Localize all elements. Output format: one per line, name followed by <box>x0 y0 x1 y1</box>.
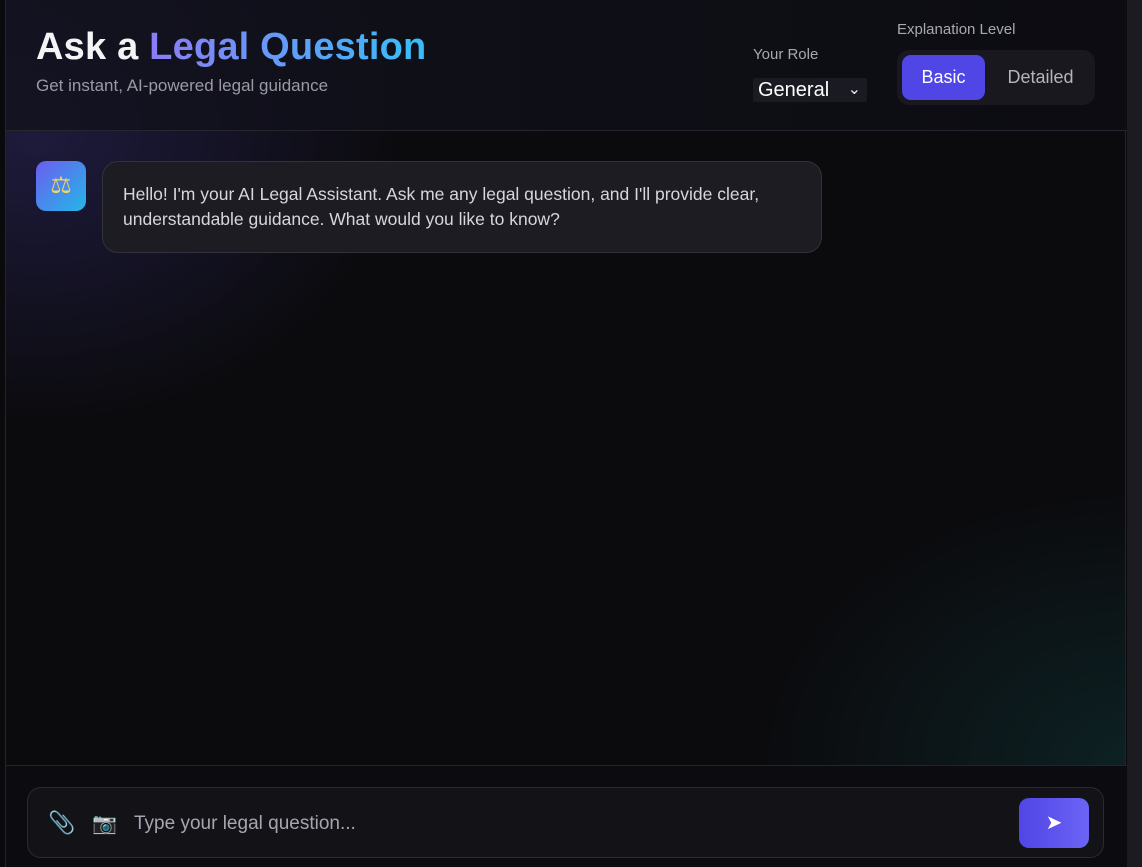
role-selected-value: General <box>758 79 830 101</box>
send-button[interactable]: ➤ <box>1019 798 1089 848</box>
explanation-level-label: Explanation Level <box>897 21 1016 38</box>
level-basic-button[interactable]: Basic <box>902 55 985 100</box>
send-arrow-icon: ➤ <box>1045 812 1063 834</box>
camera-icon[interactable]: 📷 <box>92 812 117 836</box>
level-detailed-button[interactable]: Detailed <box>993 55 1088 100</box>
role-select[interactable]: General ⌄ <box>753 78 867 102</box>
main-panel: Ask a Legal Question Get instant, AI-pow… <box>5 0 1127 867</box>
window-edge <box>1127 0 1142 867</box>
chevron-down-icon: ⌄ <box>847 81 861 98</box>
app-root: Ask a Legal Question Get instant, AI-pow… <box>0 0 1142 867</box>
explanation-level-toggle: Basic Detailed <box>897 50 1095 105</box>
role-label: Your Role <box>753 46 819 63</box>
composer: 📎 📷 ➤ <box>27 787 1104 858</box>
chat-messages: ⚖ Hello! I'm your AI Legal Assistant. As… <box>6 131 1127 765</box>
composer-area: 📎 📷 ➤ <box>6 765 1127 867</box>
title-highlight: Legal Question <box>149 26 427 68</box>
page-subtitle: Get instant, AI-powered legal guidance <box>36 76 329 95</box>
title-prefix: Ask a <box>36 26 139 68</box>
question-input[interactable] <box>134 810 1004 838</box>
page-title: Ask a Legal Question <box>36 26 426 69</box>
paperclip-icon[interactable]: 📎 <box>48 811 75 835</box>
assistant-message: Hello! I'm your AI Legal Assistant. Ask … <box>102 161 822 253</box>
scales-icon: ⚖ <box>36 161 86 211</box>
page-header: Ask a Legal Question Get instant, AI-pow… <box>6 0 1127 131</box>
